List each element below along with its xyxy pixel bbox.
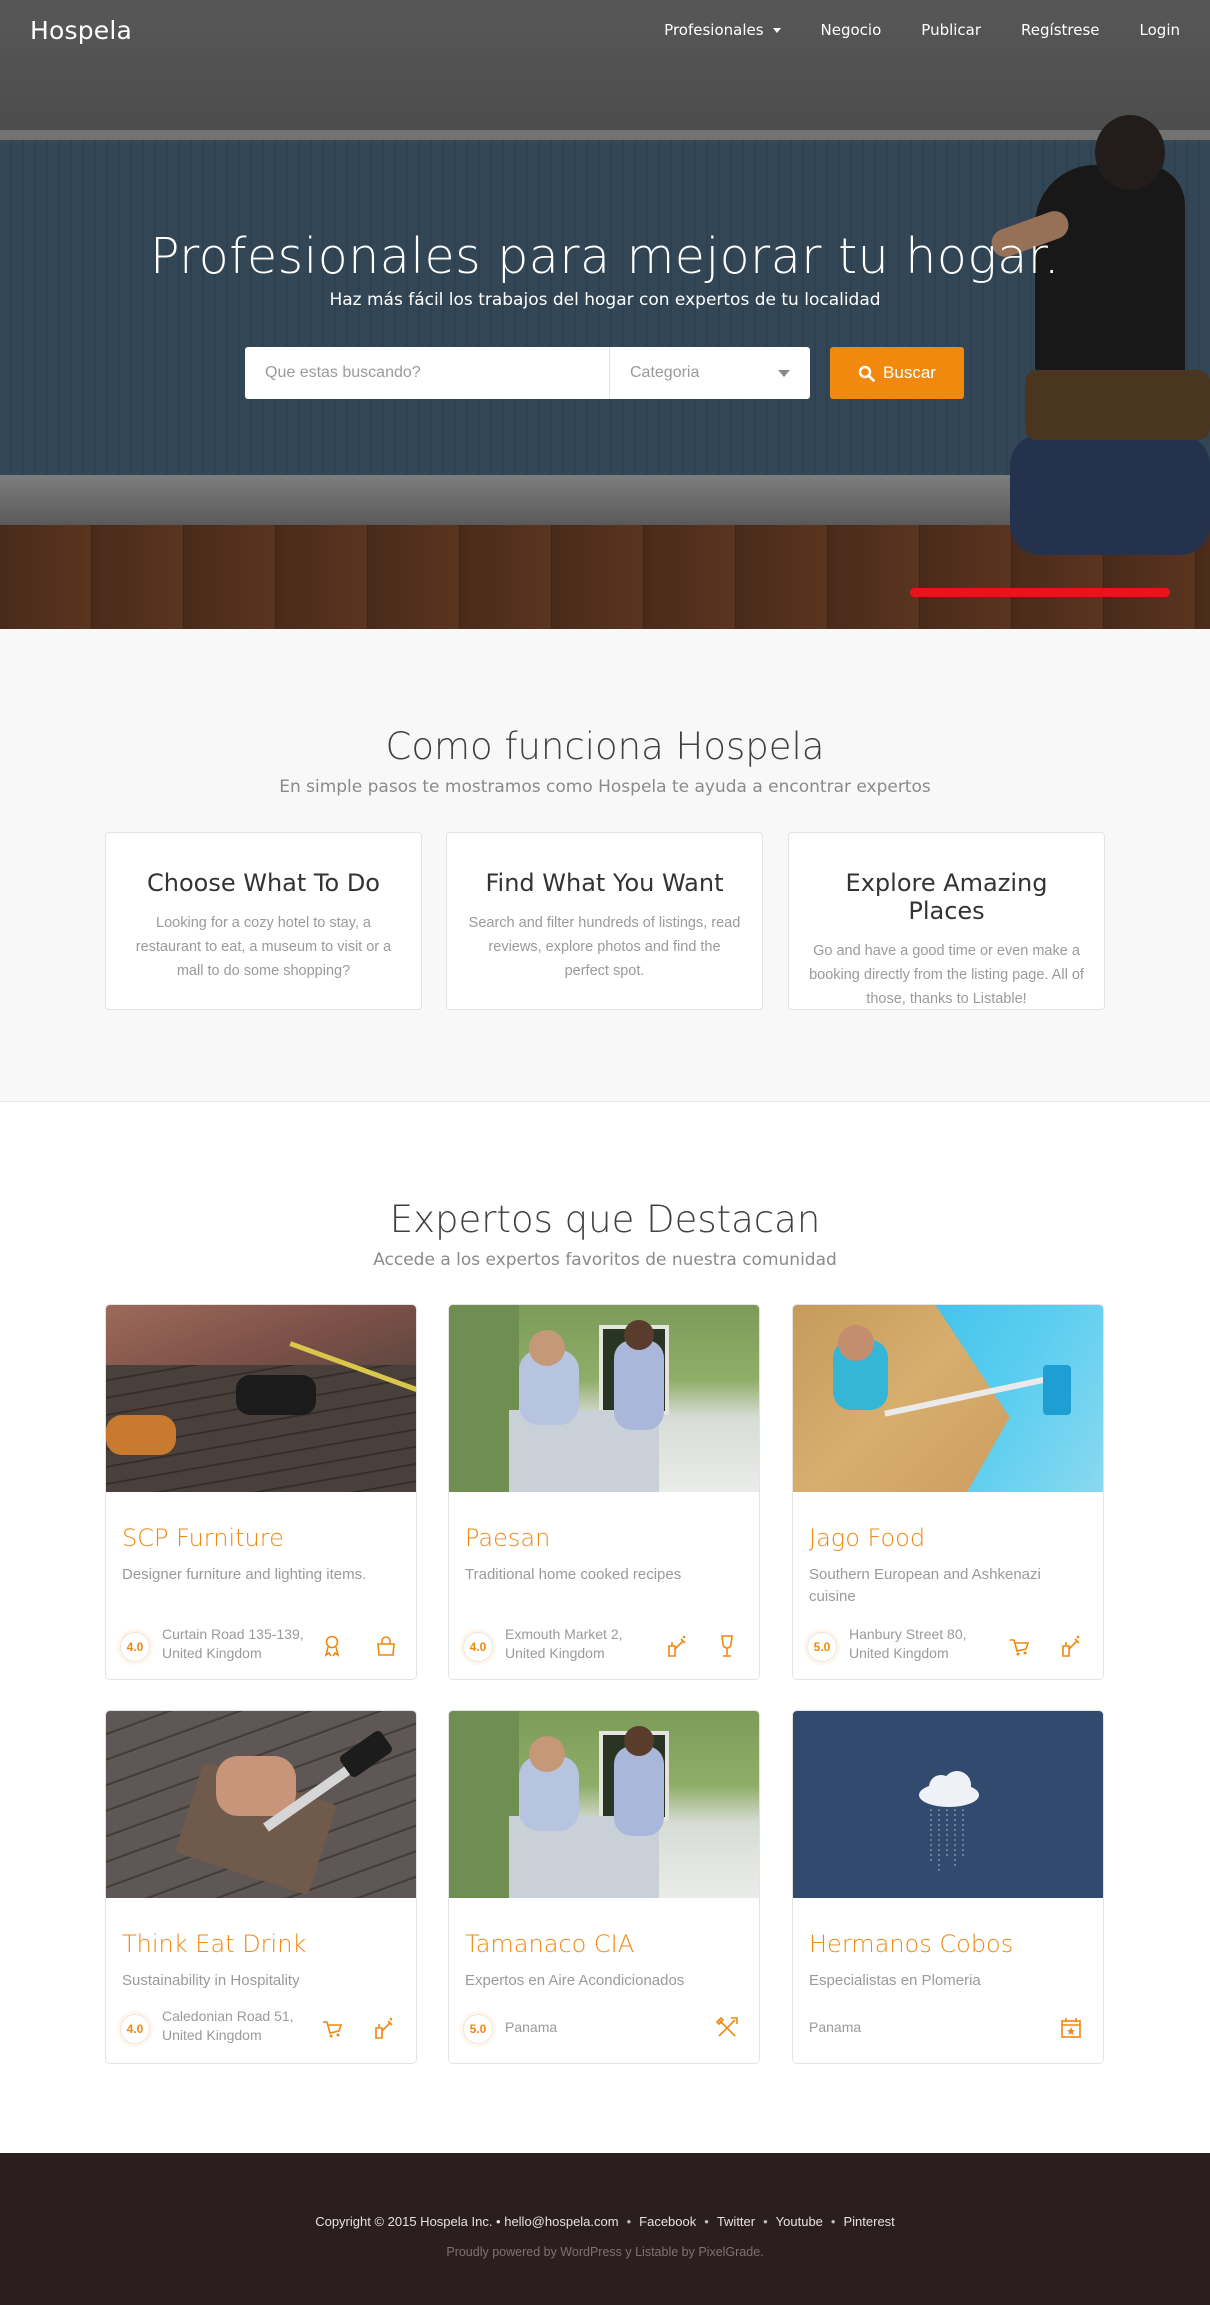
search-button-label: Buscar [883, 363, 936, 382]
listing-address: Panama [505, 2019, 558, 2035]
menu-item-registrese[interactable]: Regístrese [1021, 21, 1099, 39]
rating-badge: 4.0 [120, 1632, 150, 1662]
tools-icon[interactable] [713, 2014, 741, 2042]
award-icon[interactable] [318, 1632, 346, 1660]
cleaning-photo [449, 1711, 759, 1898]
listing-address: Panama [809, 2019, 862, 2035]
roofing-photo [106, 1305, 416, 1492]
hero-title: Profesionales para mejorar tu hogar. [150, 228, 1060, 285]
featured-experts-section: Expertos que Destacan Accede a los exper… [0, 1102, 1210, 2152]
cleaning-photo [449, 1305, 759, 1492]
menu-label: Profesionales [664, 21, 764, 39]
search-form: Que estas buscando? Categoria Buscar [245, 347, 965, 399]
footer-links-line: Copyright © 2015 Hospela Inc. • hello@ho… [315, 2214, 895, 2229]
listing-address: Caledonian Road 51, United Kingdom [162, 2008, 294, 2043]
listing-title[interactable]: Paesan [465, 1524, 550, 1552]
hero-subtitle: Haz más fácil los trabajos del hogar con… [329, 290, 881, 310]
rating-badge: 4.0 [120, 2014, 150, 2044]
cart-icon[interactable] [318, 2014, 346, 2042]
main-menu: Profesionales Negocio Publicar Regístres… [664, 21, 1180, 39]
step-card: Find What You Want Search and filter hun… [446, 832, 763, 1010]
copyright-text: Copyright © 2015 Hospela Inc. • hello@ho… [315, 2214, 619, 2229]
footer-link-youtube[interactable]: Youtube [776, 2214, 823, 2229]
shopping-bag-icon[interactable] [372, 1632, 400, 1660]
experts-title: Expertos que Destacan [389, 1198, 821, 1241]
calendar-star-icon[interactable] [1057, 2014, 1085, 2042]
rating-badge: 5.0 [807, 1632, 837, 1662]
step-card: Choose What To Do Looking for a cozy hot… [105, 832, 422, 1010]
top-navigation: Hospela Profesionales Negocio Publicar R… [0, 0, 1210, 60]
search-button[interactable]: Buscar [830, 347, 964, 399]
listing-card[interactable]: Tamanaco CIA Expertos en Aire Acondicion… [448, 1710, 760, 2064]
listing-card[interactable]: Paesan Traditional home cooked recipes 4… [448, 1304, 760, 1680]
listing-title[interactable]: SCP Furniture [122, 1524, 284, 1552]
shingle-photo [106, 1711, 416, 1898]
footer-link-twitter[interactable]: Twitter [717, 2214, 755, 2229]
search-icon [858, 365, 875, 382]
step-text: Looking for a cozy hotel to stay, a rest… [135, 915, 392, 979]
step-text: Go and have a good time or even make a b… [809, 943, 1084, 1007]
listing-description: Expertos en Aire Acondicionados [465, 1972, 685, 1989]
listing-card[interactable]: Hermanos Cobos Especialistas en Plomeria… [792, 1710, 1104, 2064]
footer-link-facebook[interactable]: Facebook [639, 2214, 696, 2229]
wine-glass-icon[interactable] [713, 1632, 741, 1660]
listing-description: Especialistas en Plomeria [809, 1972, 981, 1989]
listing-address: Hanbury Street 80, United Kingdom [849, 1626, 967, 1661]
listing-card[interactable]: SCP Furniture Designer furniture and lig… [105, 1304, 417, 1680]
menu-item-publicar[interactable]: Publicar [921, 21, 981, 39]
category-select[interactable]: Categoria [610, 347, 810, 399]
painting-photo [793, 1305, 1103, 1492]
cart-icon[interactable] [1005, 1632, 1033, 1660]
red-highlight-bar [910, 588, 1170, 597]
how-it-works-section: Como funciona Hospela En simple pasos te… [0, 629, 1210, 1102]
cloud-rain-icon [919, 1771, 979, 1871]
listing-address: Exmouth Market 2, United Kingdom [505, 1626, 623, 1661]
rating-badge: 4.0 [463, 1632, 493, 1662]
listing-title[interactable]: Tamanaco CIA [465, 1930, 634, 1958]
step-title: Find What You Want [485, 869, 724, 897]
caret-down-icon [772, 27, 781, 33]
footer-link-pinterest[interactable]: Pinterest [843, 2214, 894, 2229]
menu-item-profesionales[interactable]: Profesionales [664, 21, 781, 39]
listing-description: Southern European and Ashkenazi cuisine [809, 1566, 1041, 1605]
how-subtitle: En simple pasos te mostramos como Hospel… [279, 777, 931, 797]
how-title: Como funciona Hospela [385, 725, 825, 768]
hero-section: Hospela Profesionales Negocio Publicar R… [0, 0, 1210, 629]
dropdown-arrow-icon [778, 369, 790, 377]
listing-description: Designer furniture and lighting items. [122, 1566, 367, 1583]
placeholder-cloud-image [793, 1711, 1103, 1898]
menu-item-login[interactable]: Login [1140, 21, 1180, 39]
step-title: Choose What To Do [147, 869, 380, 897]
step-title: Explore Amazing Places [845, 869, 1048, 925]
menu-item-negocio[interactable]: Negocio [821, 21, 882, 39]
brand-logo[interactable]: Hospela [30, 16, 132, 45]
listing-title[interactable]: Jago Food [809, 1524, 925, 1552]
search-input[interactable]: Que estas buscando? [245, 347, 610, 399]
step-text: Search and filter hundreds of listings, … [468, 915, 741, 979]
listing-title[interactable]: Think Eat Drink [122, 1930, 306, 1958]
experts-subtitle: Accede a los expertos favoritos de nuest… [373, 1250, 837, 1270]
cleaning-icon[interactable] [1057, 1632, 1085, 1660]
listing-title[interactable]: Hermanos Cobos [809, 1930, 1013, 1958]
step-card: Explore Amazing Places Go and have a goo… [788, 832, 1105, 1010]
rating-badge: 5.0 [463, 2014, 493, 2044]
hero-overlay [0, 0, 1210, 629]
listing-card[interactable]: Think Eat Drink Sustainability in Hospit… [105, 1710, 417, 2064]
category-select-label: Categoria [630, 364, 700, 381]
footer: Copyright © 2015 Hospela Inc. • hello@ho… [0, 2153, 1210, 2305]
powered-by-text: Proudly powered by WordPress y Listable … [446, 2245, 764, 2259]
cleaning-icon[interactable] [370, 2014, 398, 2042]
listing-address: Curtain Road 135-139, United Kingdom [162, 1626, 304, 1661]
listing-card[interactable]: Jago Food Southern European and Ashkenaz… [792, 1304, 1104, 1680]
cleaning-icon[interactable] [663, 1632, 691, 1660]
listing-description: Sustainability in Hospitality [122, 1972, 300, 1989]
listing-description: Traditional home cooked recipes [465, 1566, 682, 1583]
